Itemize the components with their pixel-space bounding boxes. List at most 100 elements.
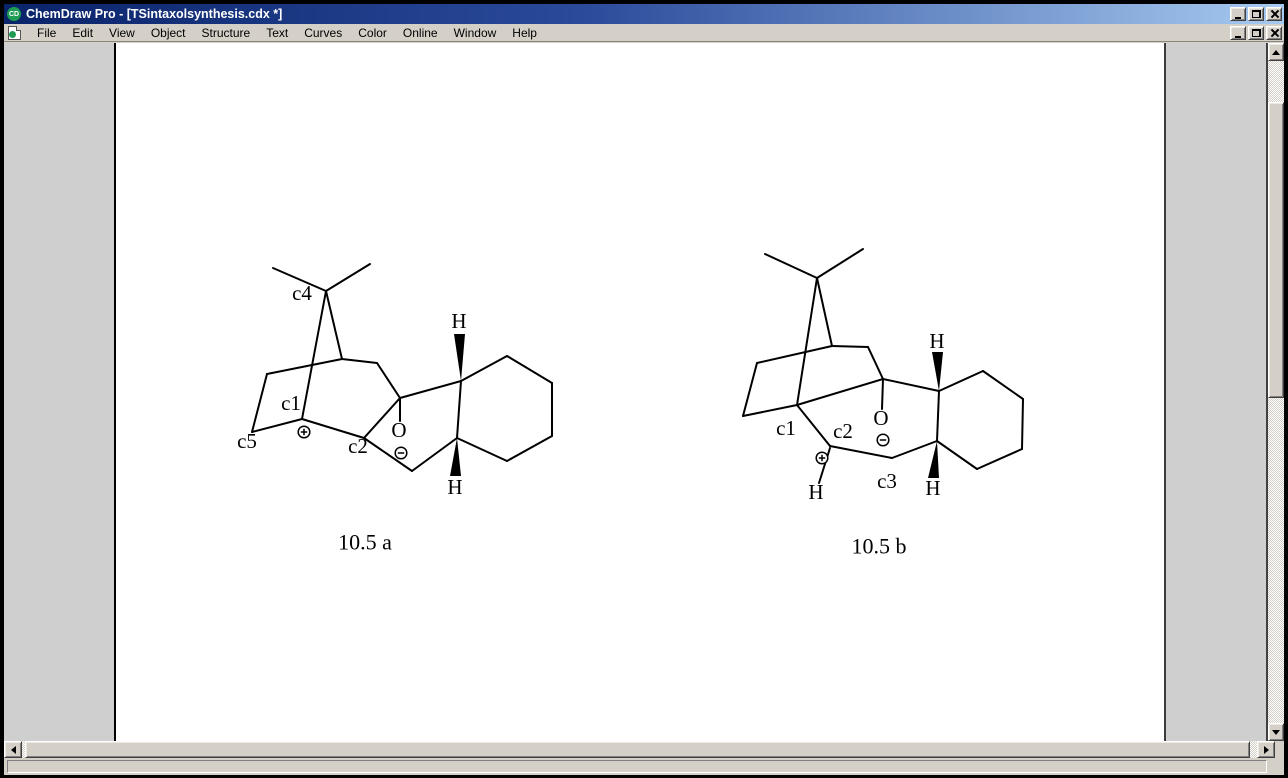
menu-item-edit[interactable]: Edit: [64, 25, 101, 41]
minus-charge-icon[interactable]: [394, 446, 408, 460]
stereo-wedge-bond[interactable]: [932, 352, 943, 391]
atom-label-c2[interactable]: c2: [348, 434, 368, 458]
doc-close-button[interactable]: [1266, 26, 1282, 40]
bond[interactable]: [266, 358, 343, 375]
bond[interactable]: [325, 263, 371, 292]
window-controls: [1230, 7, 1282, 21]
bond[interactable]: [829, 445, 893, 459]
atom-label-c2[interactable]: c2: [833, 419, 853, 443]
bond[interactable]: [936, 440, 978, 470]
structure-caption[interactable]: 10.5 b: [852, 534, 907, 559]
atom-label-h[interactable]: H: [929, 329, 944, 353]
atom-label-o[interactable]: O: [873, 406, 888, 430]
vertical-scrollbar-track[interactable]: [1268, 398, 1284, 723]
document-page[interactable]: c4 c1 c5 c2 O H H 10.5 a c1 c2 c3 O H H H 10.5 b: [114, 43, 1166, 741]
menu-item-object[interactable]: Object: [143, 25, 194, 41]
canvas-area: c4 c1 c5 c2 O H H 10.5 a c1 c2 c3 O H H H 10.5 b: [4, 43, 1284, 741]
bond[interactable]: [881, 378, 884, 410]
atom-label-h[interactable]: H: [451, 309, 466, 333]
bond[interactable]: [816, 248, 864, 279]
minimize-button[interactable]: [1230, 7, 1246, 21]
stereo-wedge-bond[interactable]: [928, 441, 939, 478]
document-icon[interactable]: [8, 25, 21, 40]
bond[interactable]: [301, 290, 327, 420]
menu-item-help[interactable]: Help: [504, 25, 545, 41]
bond[interactable]: [411, 437, 458, 472]
menu-item-online[interactable]: Online: [395, 25, 446, 41]
stereo-wedge-bond[interactable]: [454, 334, 465, 381]
scroll-left-button[interactable]: [4, 741, 22, 758]
restore-icon: [1251, 10, 1261, 18]
bond[interactable]: [982, 370, 1024, 400]
bond[interactable]: [376, 362, 401, 399]
stereo-wedge-bond[interactable]: [450, 438, 461, 476]
bond[interactable]: [976, 448, 1023, 470]
scroll-up-button[interactable]: [1268, 43, 1284, 61]
horizontal-scrollbar-track[interactable]: [1250, 741, 1257, 758]
minus-charge-icon[interactable]: [876, 433, 890, 447]
atom-label-h[interactable]: H: [808, 480, 823, 504]
vertical-scrollbar-thumb[interactable]: [1268, 102, 1284, 398]
bond[interactable]: [460, 355, 508, 382]
vertical-scrollbar[interactable]: [1266, 43, 1284, 741]
bond[interactable]: [251, 418, 303, 433]
scroll-down-button[interactable]: [1268, 723, 1284, 741]
atom-label-c3[interactable]: c3: [877, 469, 897, 493]
bond[interactable]: [796, 277, 818, 406]
bond[interactable]: [891, 440, 938, 459]
menu-item-file[interactable]: File: [29, 25, 64, 41]
scroll-right-button[interactable]: [1257, 741, 1275, 758]
atom-label-h[interactable]: H: [447, 475, 462, 499]
restore-button[interactable]: [1248, 7, 1264, 21]
bond[interactable]: [936, 390, 940, 442]
menu-item-color[interactable]: Color: [350, 25, 395, 41]
status-panel: [7, 760, 1267, 773]
bond[interactable]: [456, 380, 462, 439]
bond[interactable]: [938, 370, 984, 392]
chem-drawing: c4 c1 c5 c2 O H H 10.5 a c1 c2 c3 O H H H 10.5 b: [237, 248, 1024, 559]
menu-item-curves[interactable]: Curves: [296, 25, 350, 41]
atom-label-o[interactable]: O: [391, 418, 406, 442]
right-arrow-icon: [1263, 745, 1269, 754]
menu-item-window[interactable]: Window: [446, 25, 505, 41]
bond[interactable]: [506, 435, 553, 462]
bond[interactable]: [882, 378, 940, 392]
bond[interactable]: [742, 404, 798, 417]
structure-caption[interactable]: 10.5 a: [338, 530, 392, 555]
plus-charge-icon[interactable]: [815, 451, 829, 465]
plus-charge-icon[interactable]: [297, 425, 311, 439]
bond[interactable]: [742, 362, 758, 417]
menu-item-view[interactable]: View: [101, 25, 143, 41]
doc-minimize-button[interactable]: [1230, 26, 1246, 40]
bond[interactable]: [456, 437, 508, 462]
bond[interactable]: [325, 290, 343, 360]
bond[interactable]: [831, 345, 869, 348]
bond[interactable]: [251, 373, 268, 433]
atom-label-c4[interactable]: c4: [292, 281, 312, 305]
menu-item-text[interactable]: Text: [258, 25, 296, 41]
close-button[interactable]: [1266, 7, 1282, 21]
atom-label-c1[interactable]: c1: [281, 391, 301, 415]
bond[interactable]: [796, 378, 884, 406]
horizontal-scrollbar[interactable]: [4, 741, 1284, 759]
chemdraw-app-icon[interactable]: CD: [7, 7, 21, 21]
doc-restore-button[interactable]: [1248, 26, 1264, 40]
menu-bar: File Edit View Object Structure Text Curves Col…: [4, 24, 1284, 42]
bond[interactable]: [756, 345, 833, 364]
structure-10-5-a[interactable]: c4 c1 c5 c2 O H H 10.5 a: [237, 263, 553, 555]
menu-item-structure[interactable]: Structure: [194, 25, 259, 41]
atom-label-c5[interactable]: c5: [237, 429, 257, 453]
bond[interactable]: [867, 346, 884, 380]
bond[interactable]: [796, 404, 831, 447]
bond[interactable]: [399, 380, 462, 399]
bond[interactable]: [1021, 398, 1024, 450]
structure-10-5-b[interactable]: c1 c2 c3 O H H H 10.5 b: [742, 248, 1024, 559]
vertical-scrollbar-track[interactable]: [1268, 61, 1284, 102]
horizontal-scrollbar-thumb[interactable]: [25, 741, 1250, 758]
atom-label-h[interactable]: H: [925, 476, 940, 500]
atom-label-c1[interactable]: c1: [776, 416, 796, 440]
bond[interactable]: [341, 358, 378, 364]
bond[interactable]: [506, 355, 553, 384]
bond[interactable]: [816, 277, 833, 347]
bond[interactable]: [764, 253, 818, 279]
